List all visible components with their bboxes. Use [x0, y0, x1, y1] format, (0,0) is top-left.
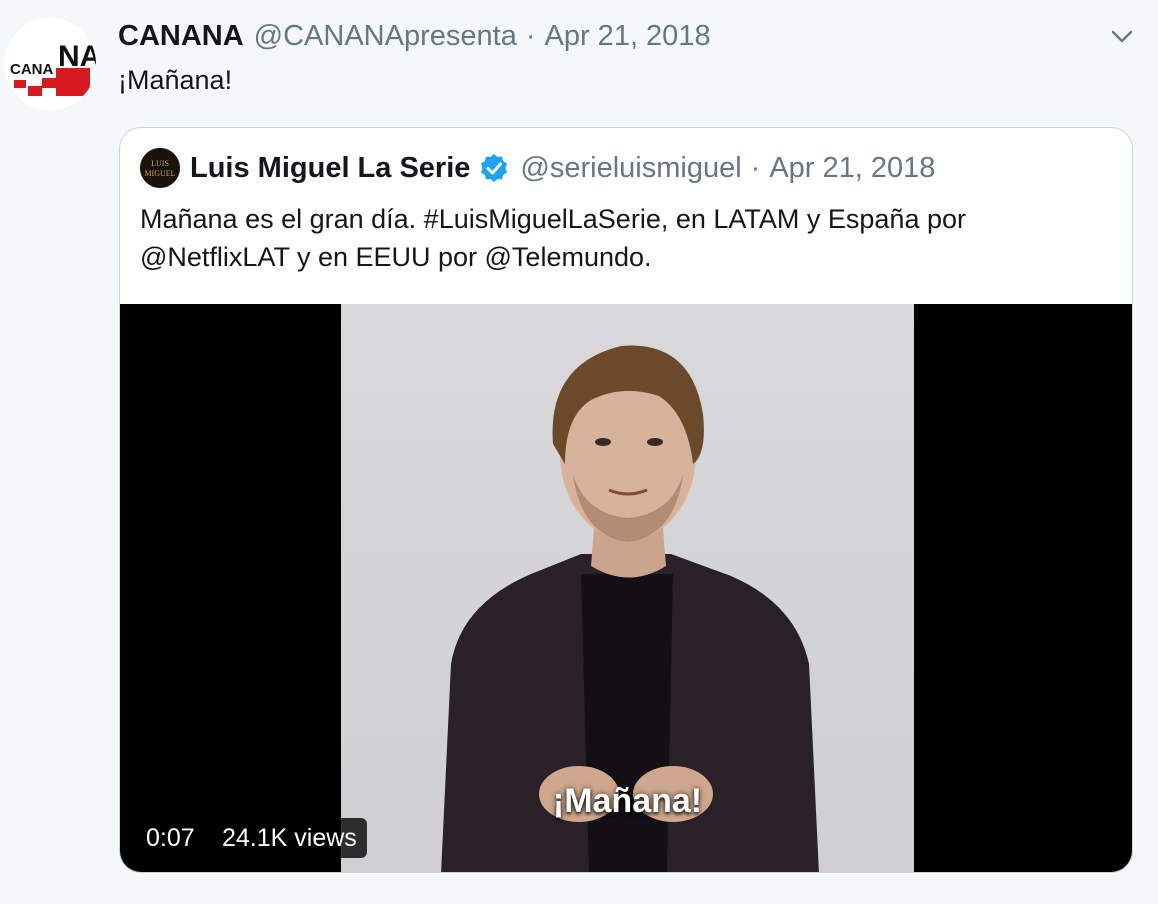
quoted-tweet-text: Mañana es el gran día. #LuisMiguelLaSeri… [140, 204, 966, 272]
tweet-header: CANANA @CANANApresenta · Apr 21, 2018 [118, 18, 711, 54]
author-handle[interactable]: @CANANApresenta [254, 18, 517, 54]
quoted-tweet-date[interactable]: Apr 21, 2018 [769, 150, 935, 186]
video-frame: ¡Mañana! [341, 304, 914, 872]
svg-text:NA: NA [58, 40, 96, 73]
svg-text:MIGUEL: MIGUEL [144, 169, 175, 178]
quoted-tweet-header: Luis Miguel La Serie @serieluismiguel · … [190, 150, 935, 186]
quoted-separator-dot: · [750, 152, 761, 184]
video-views-badge: 24.1K views [212, 818, 367, 858]
svg-text:LUIS: LUIS [151, 159, 169, 168]
quoted-tweet-card[interactable]: LUIS MIGUEL Luis Miguel La Serie @seriel… [119, 127, 1133, 873]
tweet-date[interactable]: Apr 21, 2018 [545, 18, 711, 54]
svg-text:CANA: CANA [10, 61, 53, 78]
video-player[interactable]: ¡Mañana! 0:07 24.1K views [120, 304, 1132, 872]
tweet-text: ¡Mañana! [118, 65, 233, 95]
video-subtitle: ¡Mañana! [552, 782, 703, 820]
quoted-author-name[interactable]: Luis Miguel La Serie [190, 150, 470, 186]
quoted-author-handle[interactable]: @serieluismiguel [520, 150, 741, 186]
luis-miguel-logo: LUIS MIGUEL [140, 148, 180, 188]
verified-badge-icon [478, 152, 510, 184]
video-duration-badge: 0:07 [136, 818, 205, 858]
tweet-menu-button[interactable] [1108, 24, 1136, 48]
author-name[interactable]: CANANA [118, 18, 244, 54]
chevron-down-icon [1111, 30, 1133, 43]
separator-dot: · [525, 20, 536, 52]
canana-logo: CANA NA [4, 18, 96, 110]
quoted-author-avatar[interactable]: LUIS MIGUEL [140, 148, 180, 188]
author-avatar[interactable]: CANA NA [4, 18, 96, 110]
